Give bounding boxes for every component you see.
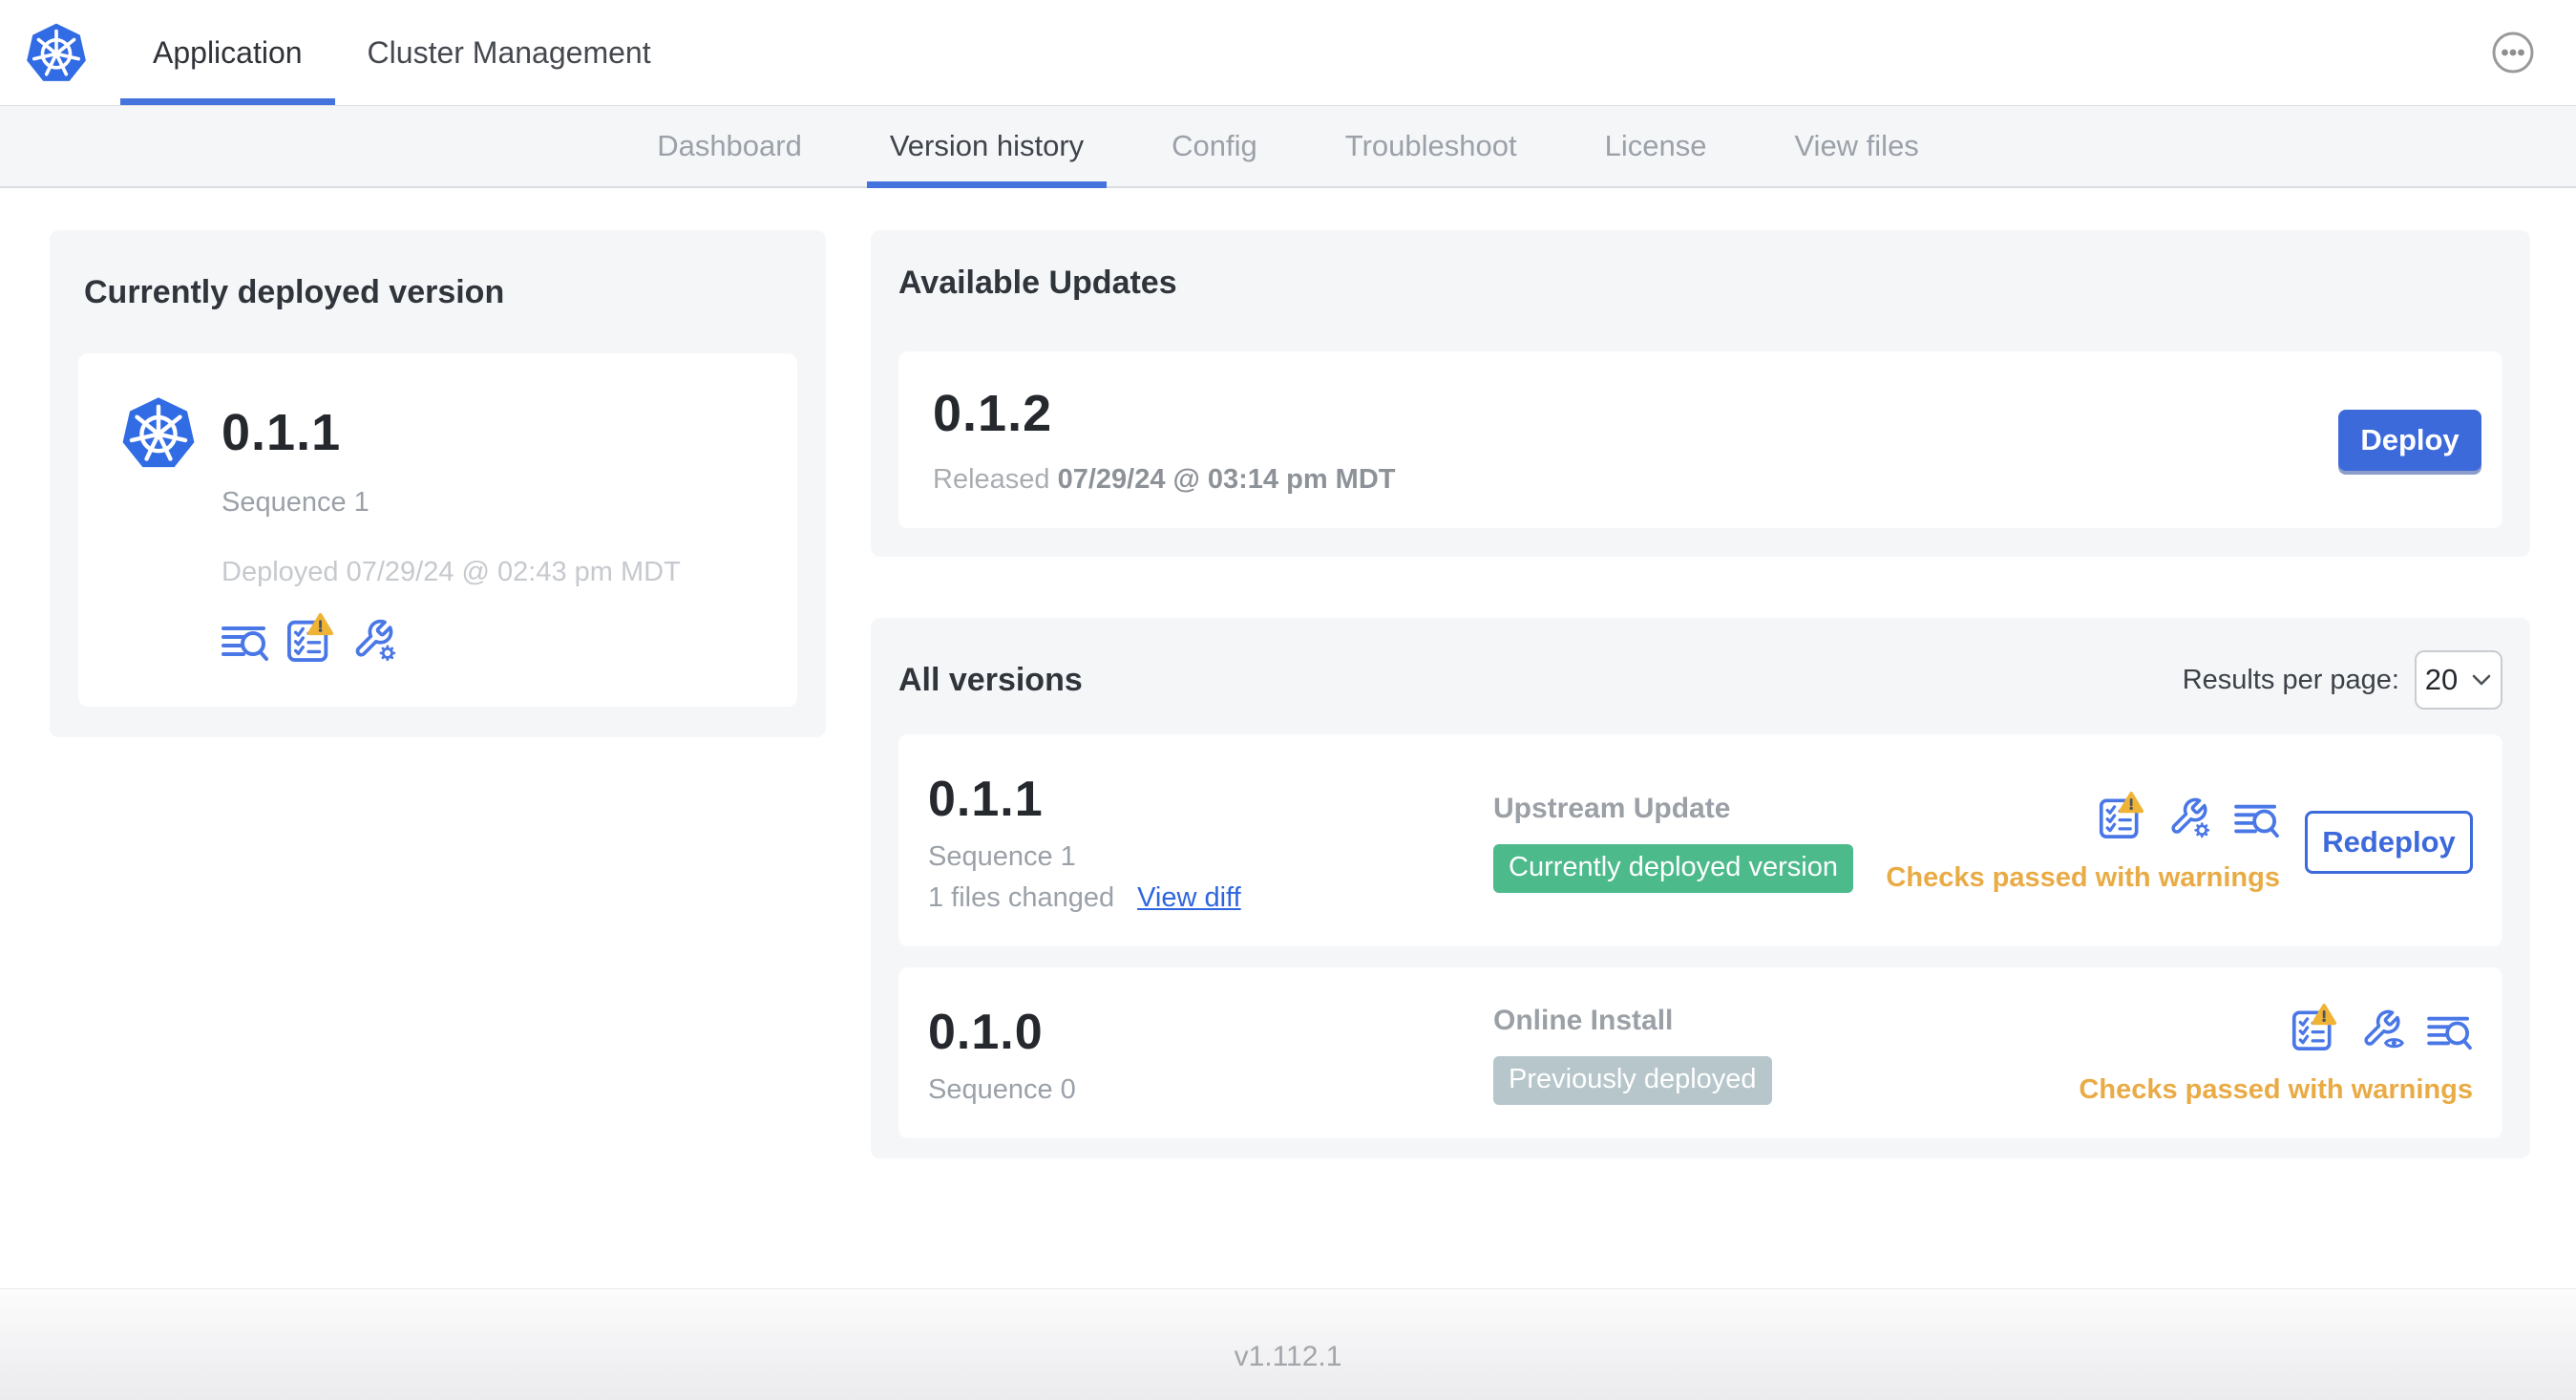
- preflight-checks-warning-icon[interactable]: [286, 613, 334, 663]
- subnav-tab-view-files-label: View files: [1794, 129, 1919, 162]
- row-sequence: Sequence 1: [928, 841, 1076, 872]
- row-source-label: Online Install: [1493, 1005, 1674, 1036]
- currently-deployed-card: Currently deployed version 0.1.1 Sequenc…: [50, 230, 826, 737]
- version-row-0-1-0: 0.1.0 Sequence 0 Online Install Previous…: [898, 967, 2502, 1138]
- diff-icon[interactable]: [2427, 1013, 2473, 1051]
- right-column: Available Updates 0.1.2 Released 07/29/2…: [871, 230, 2530, 1158]
- row-version-number: 0.1.0: [928, 1005, 1044, 1060]
- available-updates-title: Available Updates: [898, 265, 1177, 301]
- results-per-page-value: 20: [2424, 663, 2459, 696]
- kubernetes-logo-icon: [25, 20, 88, 85]
- deployed-version-panel: 0.1.1 Sequence 1 Deployed 07/29/24 @ 02:…: [78, 353, 797, 707]
- edit-config-icon[interactable]: [351, 617, 397, 663]
- subnav-tab-view-files[interactable]: View files: [1771, 106, 1941, 186]
- deployed-timestamp: Deployed 07/29/24 @ 02:43 pm MDT: [222, 557, 681, 587]
- status-badge-previously-deployed: Previously deployed: [1493, 1056, 1772, 1105]
- view-diff-link[interactable]: View diff: [1137, 882, 1241, 914]
- subnav-tab-dashboard[interactable]: Dashboard: [634, 106, 825, 186]
- preflight-checks-warning-icon[interactable]: [2099, 791, 2144, 839]
- row-version-number: 0.1.1: [928, 772, 1044, 827]
- all-versions-card: All versions Results per page: 20 0.1.1 …: [871, 618, 2530, 1158]
- header-tabs: Application Cluster Management: [120, 0, 684, 105]
- subnav-tab-config[interactable]: Config: [1149, 106, 1280, 186]
- subnav-tab-config-label: Config: [1172, 129, 1257, 162]
- tab-cluster-management[interactable]: Cluster Management: [335, 0, 684, 105]
- app-icon-kubernetes: [120, 393, 197, 472]
- files-changed-text: 1 files changed: [928, 882, 1115, 913]
- update-released-line: Released 07/29/24 @ 03:14 pm MDT: [933, 464, 1395, 496]
- tab-application-label: Application: [153, 34, 303, 70]
- subnav-tab-version-history[interactable]: Version history: [866, 106, 1108, 188]
- subnav-tab-license[interactable]: License: [1582, 106, 1730, 186]
- tab-cluster-management-label: Cluster Management: [367, 34, 651, 70]
- subnav-tab-troubleshoot-label: Troubleshoot: [1344, 129, 1517, 162]
- results-per-page-label: Results per page:: [2182, 664, 2399, 695]
- view-config-icon[interactable]: [2360, 1008, 2404, 1051]
- available-updates-card: Available Updates 0.1.2 Released 07/29/2…: [871, 230, 2530, 557]
- row-sequence: Sequence 0: [928, 1074, 1076, 1105]
- released-prefix: Released: [933, 464, 1058, 495]
- preflight-status-text: Checks passed with warnings: [1886, 861, 2280, 893]
- redeploy-button[interactable]: Redeploy: [2305, 811, 2473, 874]
- preflight-status-text: Checks passed with warnings: [2079, 1074, 2473, 1105]
- update-version-number: 0.1.2: [933, 385, 1053, 442]
- deployed-version-number: 0.1.1: [222, 404, 342, 461]
- row-source-label: Upstream Update: [1493, 792, 1731, 824]
- tab-application[interactable]: Application: [120, 0, 335, 105]
- diff-icon[interactable]: [2234, 801, 2280, 839]
- diff-icon[interactable]: [222, 623, 269, 663]
- deploy-button[interactable]: Deploy: [2338, 409, 2481, 471]
- currently-deployed-title: Currently deployed version: [84, 274, 505, 310]
- subnav-tab-license-label: License: [1604, 129, 1707, 162]
- deployed-sequence: Sequence 1: [222, 487, 370, 518]
- update-row: 0.1.2 Released 07/29/24 @ 03:14 pm MDT D…: [898, 351, 2502, 528]
- subnav-tab-troubleshoot[interactable]: Troubleshoot: [1322, 106, 1540, 186]
- app-footer: v1.112.1: [0, 1288, 2576, 1400]
- ellipsis-menu-icon: [2492, 32, 2534, 74]
- status-badge-currently-deployed: Currently deployed version: [1493, 843, 1853, 893]
- subnav-tab-dashboard-label: Dashboard: [657, 129, 802, 162]
- results-per-page-select[interactable]: 20: [2415, 650, 2502, 710]
- released-date: 07/29/24 @ 03:14 pm MDT: [1057, 464, 1396, 495]
- console-version: v1.112.1: [1234, 1341, 1342, 1372]
- subnav-tab-version-history-label: Version history: [889, 129, 1085, 162]
- app-subnav: Dashboard Version history Config Trouble…: [0, 106, 2576, 188]
- preflight-checks-warning-icon[interactable]: [2291, 1004, 2337, 1051]
- app-header: Application Cluster Management: [0, 0, 2576, 106]
- ellipsis-menu-button[interactable]: [2488, 28, 2538, 77]
- all-versions-title: All versions: [898, 661, 1083, 698]
- version-row-0-1-1: 0.1.1 Sequence 1 1 files changed View di…: [898, 734, 2502, 946]
- chevron-down-icon: [2472, 674, 2491, 686]
- main-content: Currently deployed version 0.1.1 Sequenc…: [0, 188, 2576, 1158]
- edit-config-icon[interactable]: [2167, 795, 2211, 839]
